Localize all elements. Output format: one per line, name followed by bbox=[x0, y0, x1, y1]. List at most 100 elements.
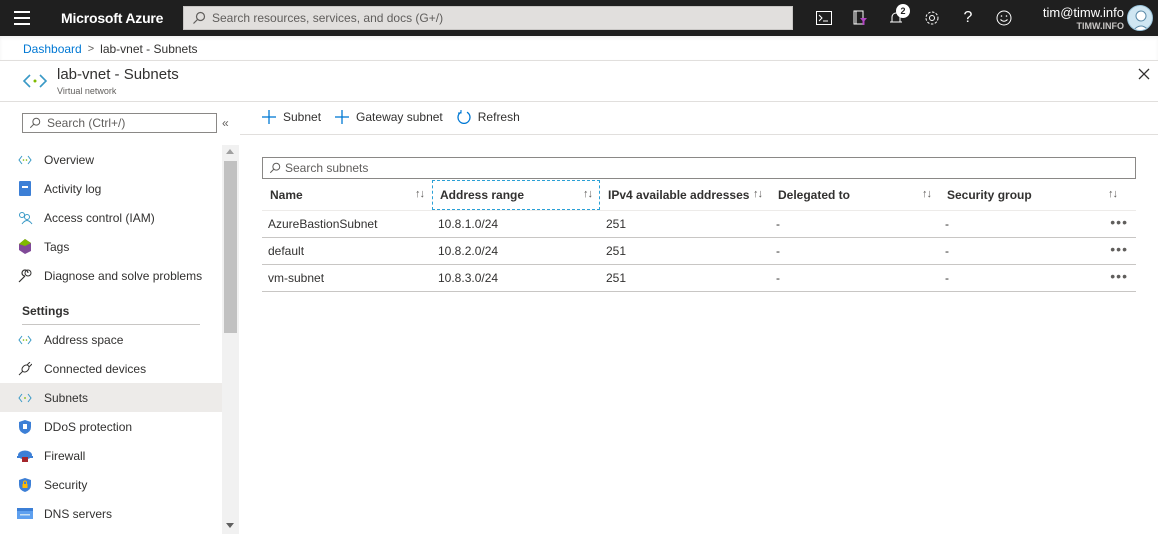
notification-badge: 2 bbox=[896, 4, 910, 18]
scroll-down-icon[interactable] bbox=[226, 523, 234, 528]
cell-ipv4-available: 251 bbox=[600, 264, 770, 292]
avatar[interactable] bbox=[1127, 5, 1153, 31]
menu-section-settings: Settings bbox=[22, 304, 70, 318]
cell-security-group: - bbox=[939, 210, 1089, 238]
breadcrumb: Dashboard > lab-vnet - Subnets bbox=[23, 42, 198, 56]
menu-item-label: DDoS protection bbox=[44, 419, 133, 434]
menu-item-label: Subnets bbox=[44, 390, 89, 405]
cloud-shell-icon[interactable] bbox=[814, 8, 834, 28]
menu-item-label: Activity log bbox=[44, 181, 102, 196]
table-row[interactable]: AzureBastionSubnet 10.8.1.0/24 251 - - •… bbox=[262, 210, 1136, 238]
sort-icon[interactable]: ↑↓ bbox=[583, 188, 593, 200]
shield-icon bbox=[17, 419, 33, 435]
menu-search-input[interactable] bbox=[47, 116, 207, 130]
cell-name[interactable]: AzureBastionSubnet bbox=[262, 210, 432, 238]
cell-address-range: 10.8.2.0/24 bbox=[432, 237, 600, 265]
cell-address-range: 10.8.3.0/24 bbox=[432, 264, 600, 292]
column-header-name[interactable]: Name ↑↓ bbox=[262, 180, 432, 211]
collapse-menu-icon[interactable]: « bbox=[222, 116, 229, 130]
tag-icon bbox=[17, 239, 33, 255]
subnet-search-input[interactable] bbox=[285, 161, 1085, 175]
cell-ipv4-available: 251 bbox=[600, 210, 770, 238]
column-header-security-group[interactable]: Security group ↑↓ bbox=[939, 180, 1118, 211]
activity-log-icon bbox=[17, 181, 33, 197]
add-gateway-subnet-label: Gateway subnet bbox=[356, 110, 443, 124]
menu-item-ddos-protection[interactable]: DDoS protection bbox=[0, 412, 222, 441]
directory-filter-icon[interactable] bbox=[850, 8, 870, 28]
refresh-button[interactable]: Refresh bbox=[457, 110, 520, 124]
table-row[interactable]: vm-subnet 10.8.3.0/24 251 - - ••• bbox=[262, 264, 1136, 292]
subnet-search[interactable] bbox=[262, 157, 1136, 179]
cell-delegated-to: - bbox=[770, 237, 939, 265]
plus-icon bbox=[335, 110, 350, 124]
menu-item-firewall[interactable]: Firewall bbox=[0, 441, 222, 470]
page-title: lab-vnet - Subnets bbox=[57, 66, 179, 83]
hamburger-menu-icon[interactable] bbox=[14, 11, 30, 25]
more-options-icon[interactable]: ••• bbox=[1089, 264, 1136, 292]
scroll-thumb[interactable] bbox=[224, 161, 237, 333]
breadcrumb-dashboard[interactable]: Dashboard bbox=[23, 42, 82, 56]
menu-item-dns-servers[interactable]: DNS servers bbox=[0, 499, 222, 528]
menu-item-access-control[interactable]: Access control (IAM) bbox=[0, 203, 222, 232]
user-name[interactable]: tim@timw.info bbox=[1043, 5, 1124, 20]
add-gateway-subnet-button[interactable]: Gateway subnet bbox=[335, 110, 443, 124]
settings-icon[interactable] bbox=[922, 8, 942, 28]
menu-item-label: Diagnose and solve problems bbox=[44, 268, 203, 283]
sort-icon[interactable]: ↑↓ bbox=[753, 188, 763, 200]
plug-icon bbox=[17, 361, 33, 377]
menu-scrollbar[interactable] bbox=[222, 145, 239, 534]
menu-item-overview[interactable]: Overview bbox=[0, 145, 222, 174]
brand-logo[interactable]: Microsoft Azure bbox=[61, 10, 163, 26]
command-bar: Subnet Gateway subnet Refresh bbox=[262, 110, 534, 124]
column-header-delegated-to[interactable]: Delegated to ↑↓ bbox=[770, 180, 939, 211]
menu-item-address-space[interactable]: Address space bbox=[0, 325, 222, 354]
cell-delegated-to: - bbox=[770, 210, 939, 238]
menu-search[interactable] bbox=[22, 113, 217, 133]
menu-item-label: Overview bbox=[44, 152, 95, 167]
table-header-row: Name ↑↓ Address range ↑↓ IPv4 available ad… bbox=[262, 180, 1136, 211]
vnet-icon bbox=[17, 390, 33, 406]
plus-icon bbox=[262, 110, 276, 124]
cell-name[interactable]: default bbox=[262, 237, 432, 265]
menu-item-subnets[interactable]: Subnets bbox=[0, 383, 222, 412]
table-row[interactable]: default 10.8.2.0/24 251 - - ••• bbox=[262, 237, 1136, 265]
page-subtitle: Virtual network bbox=[57, 86, 117, 96]
scroll-up-icon[interactable] bbox=[226, 149, 234, 154]
firewall-icon bbox=[17, 448, 33, 464]
cell-delegated-to: - bbox=[770, 264, 939, 292]
more-options-icon[interactable]: ••• bbox=[1089, 237, 1136, 265]
column-header-ipv4-available[interactable]: IPv4 available addresses ↑↓ bbox=[600, 180, 770, 211]
menu-item-label: Access control (IAM) bbox=[44, 210, 155, 225]
menu-item-label: Tags bbox=[44, 239, 70, 254]
cell-security-group: - bbox=[939, 237, 1089, 265]
cell-security-group: - bbox=[939, 264, 1089, 292]
more-options-icon[interactable]: ••• bbox=[1089, 210, 1136, 238]
menu-item-activity-log[interactable]: Activity log bbox=[0, 174, 222, 203]
menu-item-connected-devices[interactable]: Connected devices bbox=[0, 354, 222, 383]
sort-icon[interactable]: ↑↓ bbox=[415, 188, 425, 200]
menu-item-label: Security bbox=[44, 477, 88, 492]
global-search-input[interactable] bbox=[212, 11, 772, 25]
user-directory[interactable]: TIMW.INFO bbox=[1077, 21, 1125, 31]
sort-icon[interactable]: ↑↓ bbox=[922, 188, 932, 200]
feedback-icon[interactable] bbox=[994, 8, 1014, 28]
add-subnet-button[interactable]: Subnet bbox=[262, 110, 321, 124]
menu-item-security[interactable]: Security bbox=[0, 470, 222, 499]
divider bbox=[240, 134, 1158, 135]
column-header-address-range[interactable]: Address range ↑↓ bbox=[432, 180, 600, 211]
breadcrumb-current: lab-vnet - Subnets bbox=[100, 42, 198, 56]
vnet-icon bbox=[17, 332, 33, 348]
menu-item-label: Connected devices bbox=[44, 361, 147, 376]
subnets-table: Name ↑↓ Address range ↑↓ IPv4 available ad… bbox=[262, 180, 1136, 292]
help-icon[interactable]: ? bbox=[958, 8, 978, 28]
close-icon[interactable] bbox=[1137, 67, 1151, 81]
vnet-icon bbox=[22, 74, 48, 88]
menu-item-label: Firewall bbox=[44, 448, 86, 463]
iam-icon bbox=[17, 210, 33, 226]
refresh-icon bbox=[457, 110, 471, 124]
menu-item-tags[interactable]: Tags bbox=[0, 232, 222, 261]
global-search[interactable] bbox=[183, 6, 793, 30]
wrench-icon bbox=[17, 268, 33, 284]
cell-name[interactable]: vm-subnet bbox=[262, 264, 432, 292]
menu-item-diagnose[interactable]: Diagnose and solve problems bbox=[0, 261, 222, 290]
